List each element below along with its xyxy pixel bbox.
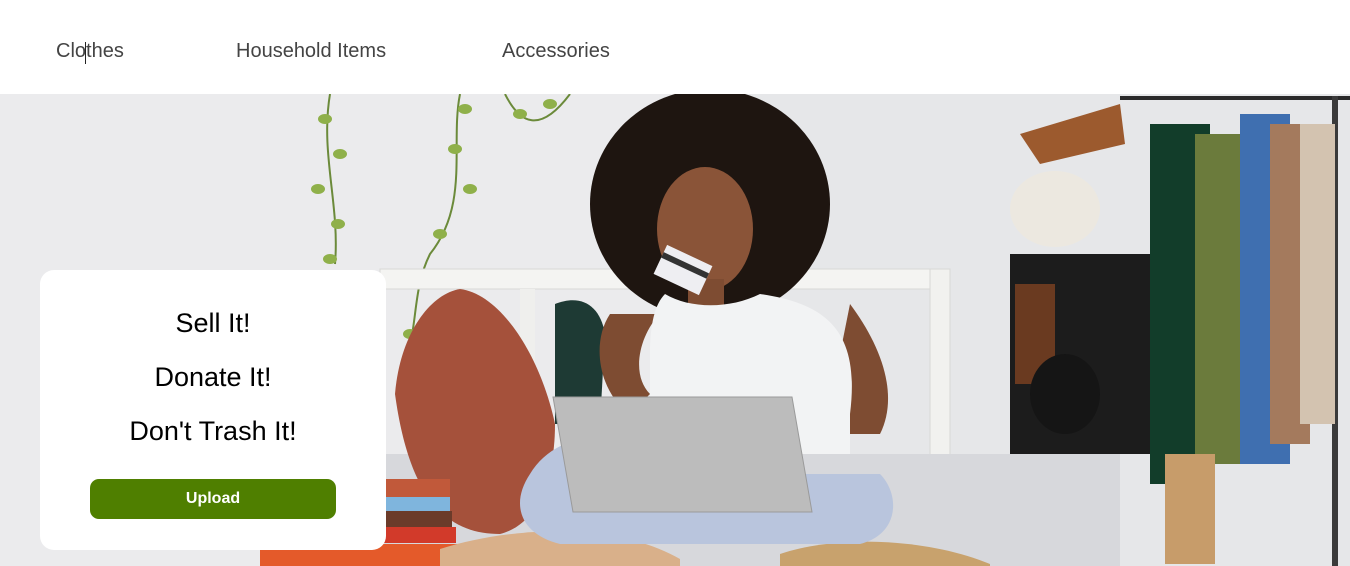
promo-heading-sell: Sell It! bbox=[175, 308, 251, 338]
upload-button[interactable]: Upload bbox=[90, 479, 336, 519]
promo-card: Sell It! Donate It! Don't Trash It! Uplo… bbox=[40, 270, 386, 550]
nav-link-clothes[interactable]: Clothes bbox=[56, 40, 124, 63]
nav-link-accessories[interactable]: Accessories bbox=[502, 40, 610, 63]
top-navigation: Clothes Household Items Accessories bbox=[0, 0, 1350, 94]
promo-heading-dont-trash: Don't Trash It! bbox=[129, 416, 297, 446]
promo-heading-donate: Donate It! bbox=[154, 362, 272, 392]
nav-link-household-items[interactable]: Household Items bbox=[236, 40, 386, 63]
page: Clothes Household Items Accessories Sell… bbox=[0, 0, 1350, 566]
text-cursor bbox=[85, 42, 86, 64]
